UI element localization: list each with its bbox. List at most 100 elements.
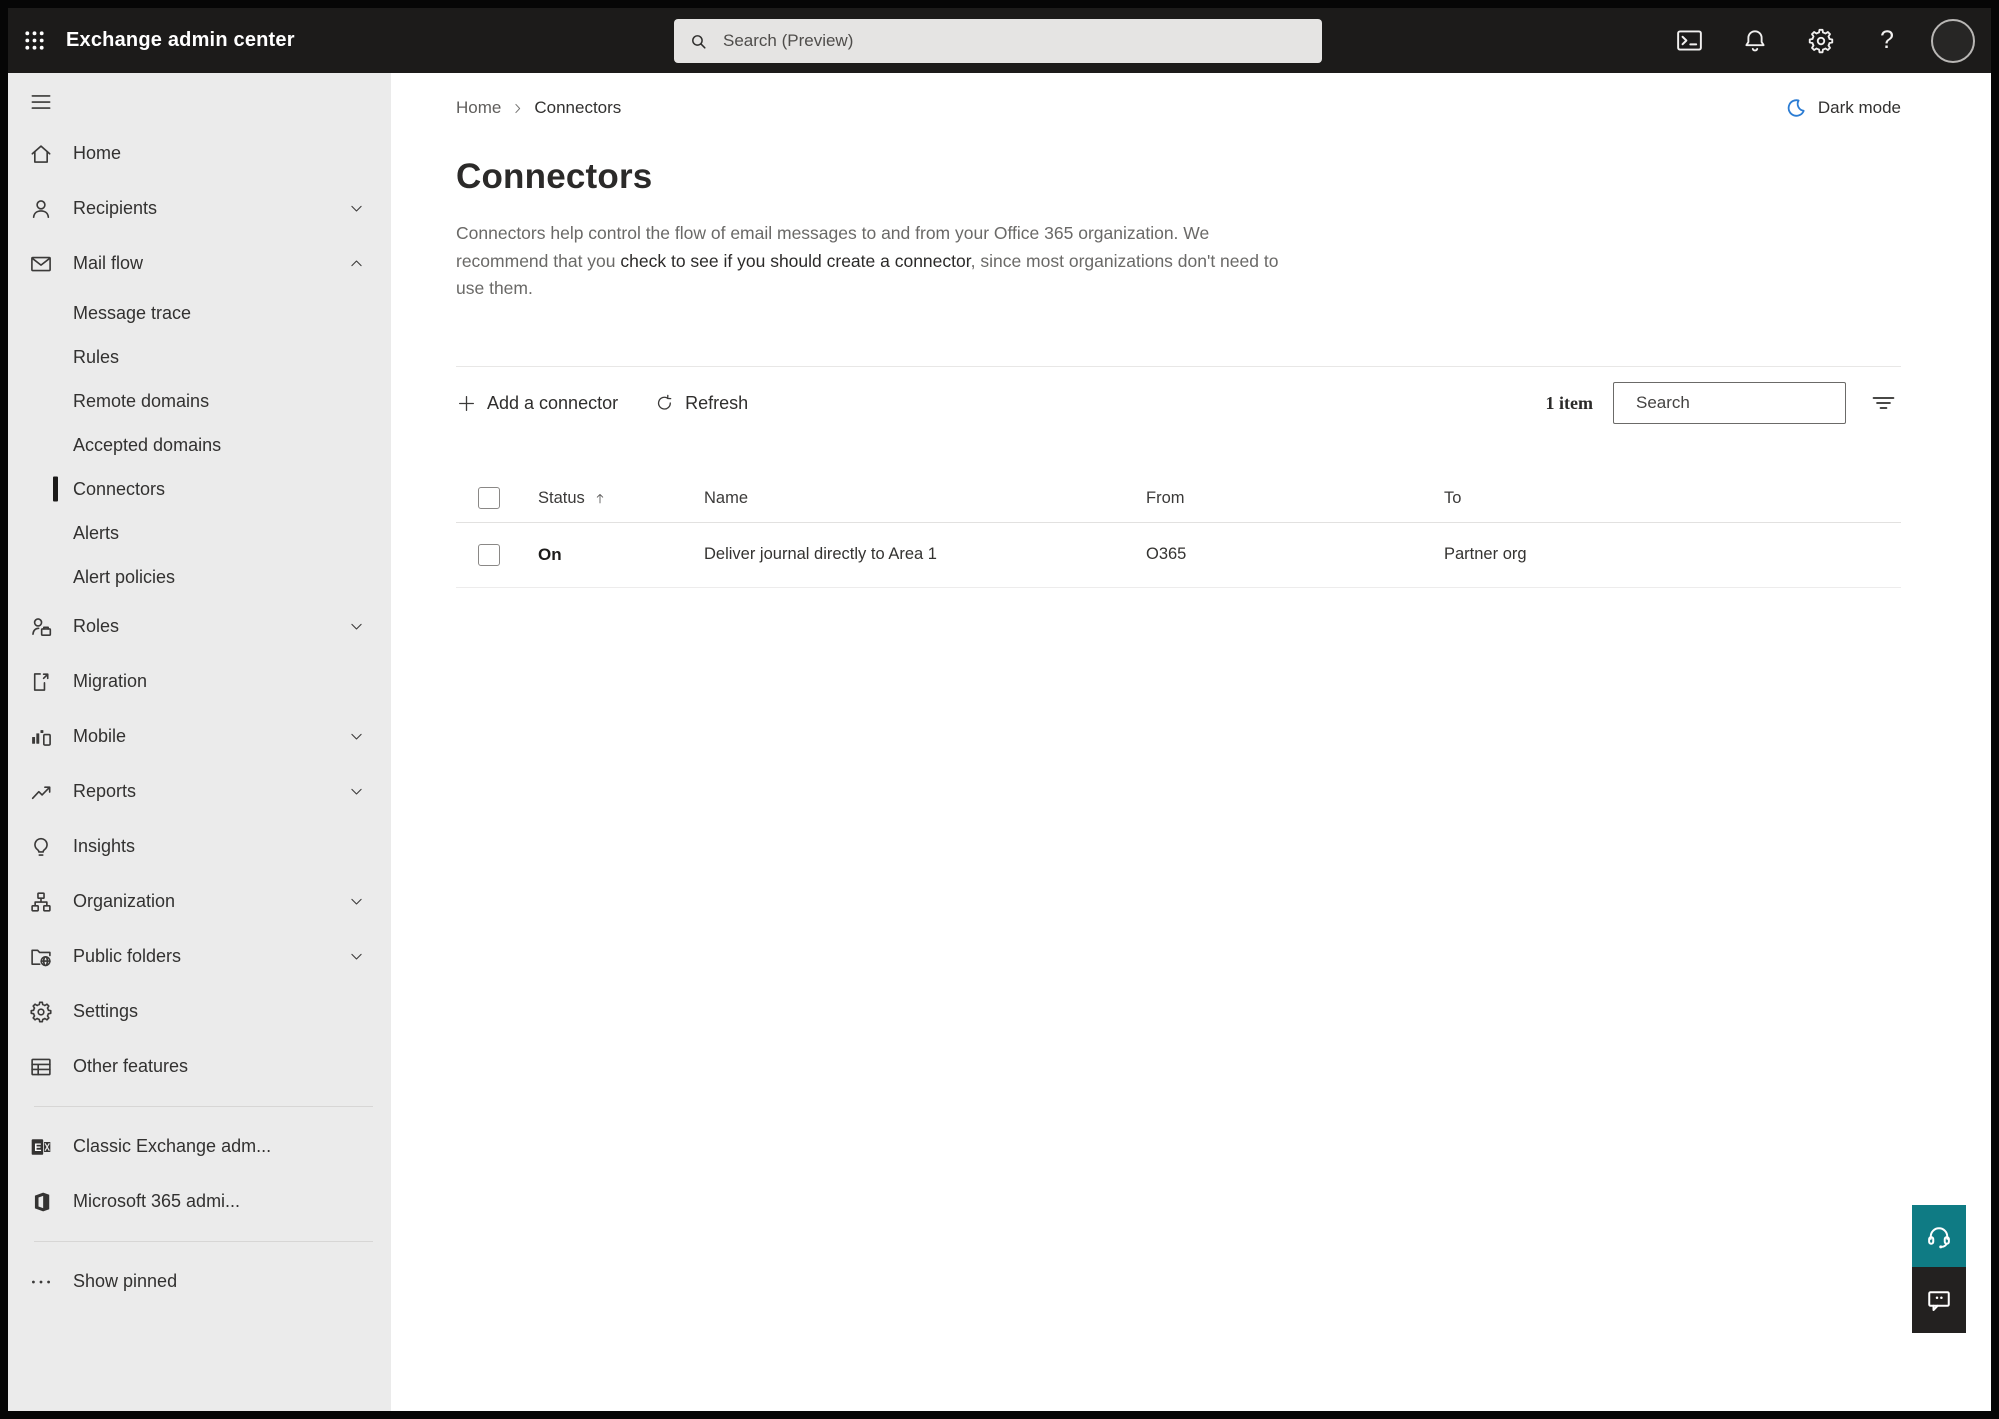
row-status: On: [538, 544, 562, 564]
breadcrumb-chevron-icon: [515, 103, 521, 113]
ellipsis-icon: [32, 1280, 50, 1283]
settings-button[interactable]: [1797, 17, 1845, 65]
list-search-box[interactable]: [1613, 382, 1859, 424]
refresh-icon: [658, 394, 672, 410]
sidebar-item-label: Message trace: [73, 302, 192, 323]
moon-icon: [1787, 99, 1805, 117]
avatar: [1931, 18, 1975, 63]
sidebar-item-connectors[interactable]: Connectors: [8, 467, 391, 511]
envelope-icon: [31, 256, 51, 271]
sidebar-divider: [34, 1106, 373, 1107]
notifications-button[interactable]: [1731, 17, 1779, 65]
sidebar-item-alert-policies[interactable]: Alert policies: [8, 555, 391, 599]
topbar-actions: ?: [1665, 17, 1991, 65]
breadcrumb-home-link[interactable]: Home: [456, 98, 501, 118]
sidebar-item-classic-exchange[interactable]: E Classic Exchange adm...: [8, 1119, 391, 1174]
sidebar-item-reports[interactable]: Reports: [8, 764, 391, 819]
sidebar-item-microsoft-365[interactable]: Microsoft 365 admi...: [8, 1174, 391, 1229]
show-pinned-label: Show pinned: [73, 1271, 178, 1291]
help-button[interactable]: ?: [1863, 17, 1911, 65]
sidebar-item-label: Insights: [73, 836, 136, 856]
sidebar-item-organization[interactable]: Organization: [8, 874, 391, 929]
nav-list: Home Recipients Mail flow Message trace …: [8, 126, 391, 1094]
column-header-status[interactable]: Status: [538, 489, 585, 508]
show-pinned-button[interactable]: Show pinned: [8, 1254, 391, 1309]
chevron-down-icon[interactable]: [348, 948, 365, 965]
headset-icon: [1928, 1227, 1950, 1249]
mobile-stats-icon: [32, 729, 51, 746]
chevron-down-icon[interactable]: [348, 893, 365, 910]
filter-button[interactable]: [1866, 387, 1901, 419]
chevron-up-icon[interactable]: [348, 255, 365, 272]
table-row[interactable]: On Deliver journal directly to Area 1 O3…: [456, 523, 1901, 588]
powershell-terminal-button[interactable]: [1665, 17, 1713, 65]
org-chart-icon: [31, 891, 51, 912]
document-arrow-icon: [33, 672, 49, 691]
sidebar-item-label: Alerts: [73, 522, 120, 543]
sidebar-item-label: Recipients: [73, 198, 158, 218]
account-button[interactable]: [1929, 17, 1977, 65]
sidebar-item-migration[interactable]: Migration: [8, 654, 391, 709]
chat-bubble-icon: [1928, 1291, 1950, 1311]
filter-icon: [1872, 397, 1895, 409]
global-search-input[interactable]: [721, 30, 1308, 52]
sidebar-item-label: Other features: [73, 1056, 189, 1076]
sidebar-item-settings[interactable]: Settings: [8, 984, 391, 1039]
sidebar-item-label: Migration: [73, 671, 148, 691]
chevron-down-icon[interactable]: [348, 618, 365, 635]
select-all-checkbox[interactable]: [478, 487, 500, 509]
sidebar-item-label: Reports: [73, 781, 137, 801]
item-count: 1 item: [1545, 392, 1593, 413]
row-name[interactable]: Deliver journal directly to Area 1: [704, 545, 1146, 564]
sidebar-item-mail-flow[interactable]: Mail flow: [8, 236, 391, 291]
folder-globe-icon: [31, 948, 51, 966]
sidebar-item-accepted-domains[interactable]: Accepted domains: [8, 423, 391, 467]
column-header-to[interactable]: To: [1444, 489, 1901, 508]
left-navigation: Home Recipients Mail flow Message trace …: [8, 73, 391, 1411]
sidebar-item-roles[interactable]: Roles: [8, 599, 391, 654]
sidebar-item-mobile[interactable]: Mobile: [8, 709, 391, 764]
global-search-box[interactable]: [674, 19, 1322, 63]
bell-icon: [1745, 29, 1765, 51]
sidebar-item-remote-domains[interactable]: Remote domains: [8, 379, 391, 423]
sidebar-item-label: Classic Exchange adm...: [73, 1136, 272, 1156]
chevron-down-icon[interactable]: [348, 200, 365, 217]
column-header-name[interactable]: Name: [704, 489, 1146, 508]
sidebar-item-recipients[interactable]: Recipients: [8, 181, 391, 236]
sidebar-item-home[interactable]: Home: [8, 126, 391, 181]
person-icon: [32, 199, 50, 218]
collapse-nav-button[interactable]: [28, 89, 54, 115]
description-link[interactable]: check to see if you should create a conn…: [620, 251, 970, 271]
terminal-icon: [1676, 30, 1702, 51]
connectors-table: Status Name From To On Deliver journal d…: [456, 475, 1901, 588]
chevron-down-icon[interactable]: [348, 783, 365, 800]
sidebar-item-label: Connectors: [73, 478, 166, 499]
microsoft-365-icon: [34, 1192, 50, 1211]
sidebar-item-other-features[interactable]: Other features: [8, 1039, 391, 1094]
chevron-down-icon[interactable]: [348, 728, 365, 745]
dark-mode-toggle[interactable]: Dark mode: [1784, 96, 1901, 120]
list-search-input[interactable]: [1634, 392, 1859, 414]
app-launcher-waffle-icon[interactable]: [8, 8, 60, 73]
sidebar-item-label: Home: [73, 143, 122, 163]
support-button[interactable]: [1912, 1205, 1966, 1267]
sidebar-item-label: Accepted domains: [73, 434, 222, 455]
sidebar-item-label: Organization: [73, 891, 176, 911]
plus-icon: [459, 395, 474, 411]
sidebar-item-public-folders[interactable]: Public folders: [8, 929, 391, 984]
refresh-button[interactable]: Refresh: [654, 393, 748, 414]
sidebar-item-alerts[interactable]: Alerts: [8, 511, 391, 555]
classic-exchange-icon: E: [31, 1138, 51, 1155]
feedback-button[interactable]: [1912, 1267, 1966, 1333]
sidebar-item-label: Mobile: [73, 726, 127, 746]
page-title: Connectors: [456, 157, 653, 196]
row-checkbox[interactable]: [478, 543, 500, 566]
breadcrumb-current: Connectors: [534, 98, 622, 117]
table-grid-icon: [31, 1058, 51, 1075]
add-connector-button[interactable]: Add a connector: [456, 393, 618, 414]
sidebar-divider: [34, 1241, 373, 1242]
column-header-from[interactable]: From: [1146, 489, 1444, 508]
sidebar-item-insights[interactable]: Insights: [8, 819, 391, 874]
sidebar-item-rules[interactable]: Rules: [8, 335, 391, 379]
sidebar-item-message-trace[interactable]: Message trace: [8, 291, 391, 335]
